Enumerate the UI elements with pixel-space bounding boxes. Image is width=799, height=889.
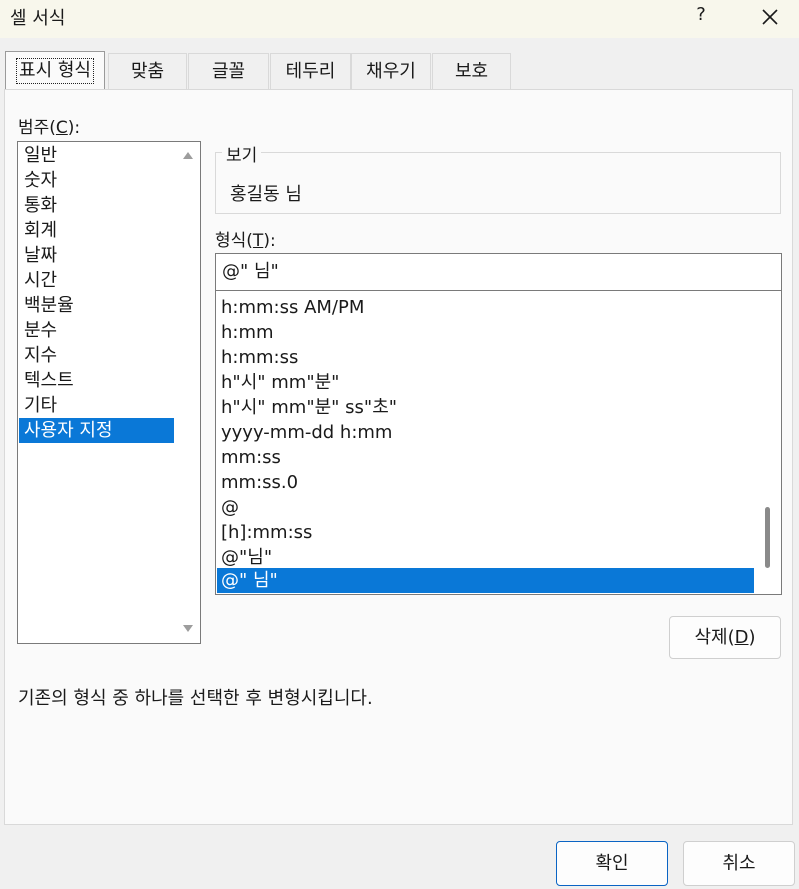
format-label: 형식(T): (215, 226, 276, 251)
category-item-custom[interactable]: 사용자 지정 (19, 418, 174, 443)
category-item-special[interactable]: 기타 (19, 393, 174, 418)
format-list[interactable]: h:mm:ss AM/PM h:mm h:mm:ss h"시" mm"분" h"… (215, 291, 782, 595)
category-label-end: ): (67, 118, 81, 138)
category-item-general[interactable]: 일반 (19, 143, 174, 168)
format-item[interactable]: h:mm (217, 320, 754, 345)
format-item-selected[interactable]: @" 님" (217, 568, 754, 593)
category-item-number[interactable]: 숫자 (19, 168, 174, 193)
format-label-text: 형식( (215, 231, 253, 251)
category-item-percentage[interactable]: 백분율 (19, 293, 174, 318)
category-label-accesskey: C (55, 118, 68, 138)
format-item[interactable]: @ (217, 495, 754, 520)
format-item[interactable]: h"시" mm"분" ss"초" (217, 395, 754, 420)
delete-button-label: 삭제( (694, 627, 735, 648)
format-label-accesskey: T (252, 231, 264, 251)
category-item-currency[interactable]: 통화 (19, 193, 174, 218)
format-item[interactable]: yyyy-mm-dd h:mm (217, 420, 754, 445)
tab-alignment[interactable]: 맞춤 (108, 53, 187, 90)
tab-label: 채우기 (366, 61, 416, 82)
format-item[interactable]: @"님" (217, 545, 754, 570)
delete-button-accesskey: D (734, 627, 749, 648)
ok-button[interactable]: 확인 (556, 841, 668, 886)
help-button[interactable]: ? (690, 4, 712, 25)
close-icon (762, 9, 778, 25)
category-item-scientific[interactable]: 지수 (19, 343, 174, 368)
tab-border[interactable]: 테두리 (270, 53, 351, 90)
tab-protection[interactable]: 보호 (432, 53, 511, 90)
scroll-up-icon[interactable] (183, 152, 193, 159)
window-title: 셀 서식 (10, 8, 66, 29)
tab-label: 글꼴 (211, 61, 246, 82)
tab-label: 테두리 (285, 61, 336, 82)
category-item-fraction[interactable]: 분수 (19, 318, 174, 343)
format-item[interactable]: h:mm:ss AM/PM (217, 295, 754, 320)
category-scrollbar[interactable] (176, 142, 200, 643)
format-scrollbar[interactable] (753, 291, 781, 593)
category-item-time[interactable]: 시간 (19, 268, 174, 293)
tab-label: 표시 형식 (16, 58, 94, 84)
preview-legend: 보기 (222, 141, 262, 166)
category-list[interactable]: 일반 숫자 통화 회계 날짜 시간 백분율 분수 지수 텍스트 기타 사용자 지… (17, 141, 201, 644)
tab-label: 맞춤 (130, 61, 165, 82)
format-label-end: ): (263, 231, 276, 251)
delete-button[interactable]: 삭제(D) (669, 616, 781, 659)
category-item-accounting[interactable]: 회계 (19, 218, 174, 243)
tab-number-format[interactable]: 표시 형식 (5, 51, 105, 91)
format-item[interactable]: h:mm:ss (217, 345, 754, 370)
close-button[interactable] (756, 4, 784, 30)
delete-button-label-end: ) (748, 627, 756, 648)
category-item-date[interactable]: 날짜 (19, 243, 174, 268)
description-text: 기존의 형식 중 하나를 선택한 후 변형시킵니다. (18, 688, 373, 709)
format-item[interactable]: mm:ss.0 (217, 470, 754, 495)
title-bar: 셀 서식 ? (0, 0, 799, 38)
preview-value: 홍길동 님 (230, 184, 302, 205)
category-item-text[interactable]: 텍스트 (19, 368, 174, 393)
category-label: 범주(C): (18, 113, 80, 138)
scroll-down-icon[interactable] (183, 625, 193, 632)
scrollbar-thumb[interactable] (765, 507, 770, 568)
cancel-button[interactable]: 취소 (683, 841, 795, 886)
format-item[interactable]: [h]:mm:ss (217, 520, 754, 545)
format-input[interactable]: @" 님" (215, 253, 782, 291)
tab-label: 보호 (454, 61, 489, 82)
category-label-text: 범주( (18, 118, 56, 138)
format-item[interactable]: h"시" mm"분" (217, 370, 754, 395)
tab-font[interactable]: 글꼴 (188, 53, 269, 90)
tab-fill[interactable]: 채우기 (351, 53, 431, 90)
format-item[interactable]: mm:ss (217, 445, 754, 470)
tab-strip: 표시 형식 맞춤 글꼴 테두리 채우기 보호 (0, 51, 799, 91)
